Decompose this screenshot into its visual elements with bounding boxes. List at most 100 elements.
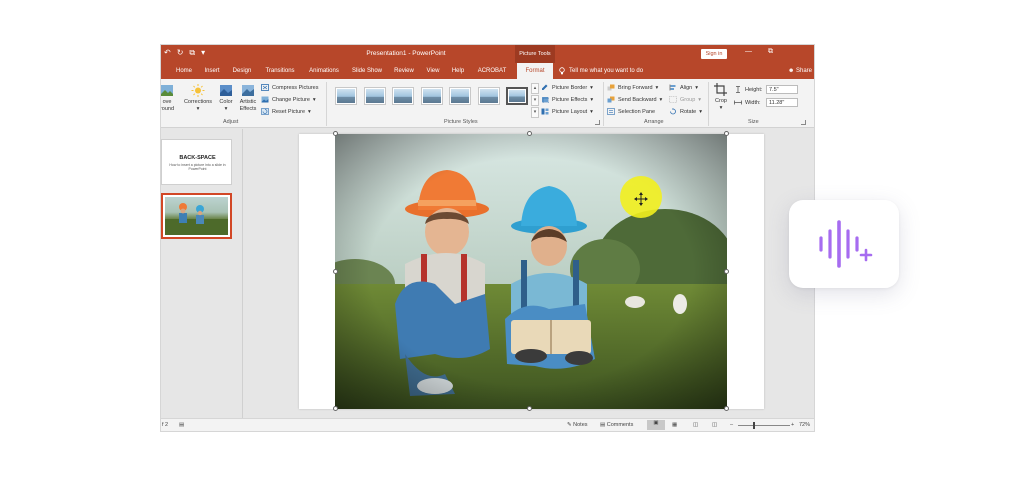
resize-handle-bottom-left[interactable]: [333, 406, 338, 411]
change-picture-button[interactable]: Change Picture ▾: [261, 94, 316, 105]
picture-effects-label: Picture Effects: [552, 96, 588, 103]
remove-background-label-2: round: [161, 105, 175, 112]
gallery-up-icon[interactable]: ▴: [531, 83, 539, 94]
crop-icon: [714, 83, 727, 96]
share-button[interactable]: ☻ Share: [788, 63, 812, 79]
picture-styles-launcher-icon[interactable]: [595, 120, 600, 125]
tab-format[interactable]: Format: [517, 63, 553, 79]
slide-canvas[interactable]: [299, 131, 764, 411]
crop-button[interactable]: Crop ▾: [711, 83, 731, 111]
height-input[interactable]: 7.5": [766, 85, 798, 94]
notes-icon: ✎: [567, 422, 572, 428]
picture-style-preview: [479, 89, 498, 103]
picture-style-3[interactable]: [392, 87, 414, 105]
zoom-in-icon[interactable]: +: [791, 422, 794, 428]
slideshow-icon[interactable]: ◫: [712, 422, 717, 428]
bring-forward-button[interactable]: Bring Forward ▾: [607, 82, 658, 93]
reset-picture-button[interactable]: Reset Picture ▾: [261, 106, 311, 117]
slide-thumbnail-1[interactable]: BACK-SPACE How to insert a picture into …: [161, 139, 232, 185]
zoom-level[interactable]: 72%: [799, 422, 810, 428]
tab-transitions[interactable]: Transitions: [262, 63, 298, 79]
resize-handle-bottom-right[interactable]: [724, 406, 729, 411]
tab-home[interactable]: Home: [173, 63, 195, 79]
compress-pictures-label: Compress Pictures: [272, 84, 319, 91]
width-label: Width:: [745, 99, 761, 106]
normal-view-icon[interactable]: ▣: [647, 420, 665, 430]
resize-handle-top-left[interactable]: [333, 131, 338, 136]
slide-thumbnail-title: BACK-SPACE: [179, 155, 216, 161]
zoom-out-icon[interactable]: –: [730, 422, 733, 428]
compress-pictures-button[interactable]: Compress Pictures: [261, 82, 318, 93]
corrections-label: Corrections: [183, 99, 213, 105]
customize-qat-icon[interactable]: ▾: [201, 48, 205, 58]
add-audio-card[interactable]: [789, 200, 899, 288]
sign-in-button[interactable]: Sign in: [701, 49, 727, 59]
gallery-down-icon[interactable]: ▾: [531, 95, 539, 106]
picture-style-5[interactable]: [449, 87, 471, 105]
picture-layout-button[interactable]: Picture Layout ▾: [541, 106, 593, 117]
picture-style-4[interactable]: [420, 87, 443, 105]
picture-style-2[interactable]: [363, 87, 386, 105]
width-input[interactable]: 11.28": [766, 98, 798, 107]
gallery-more-icon[interactable]: ▾: [531, 107, 539, 118]
zoom-slider[interactable]: [738, 425, 790, 426]
resize-handle-bottom[interactable]: [527, 406, 532, 411]
size-launcher-icon[interactable]: [801, 120, 806, 125]
group-button[interactable]: Group ▾: [669, 94, 701, 105]
remove-background-button[interactable]: ove round: [161, 84, 176, 112]
selected-picture[interactable]: [335, 134, 727, 409]
picture-style-1[interactable]: [335, 87, 357, 105]
picture-style-7[interactable]: [506, 87, 528, 105]
chevron-down-icon: ▾: [719, 104, 723, 111]
tab-view[interactable]: View: [424, 63, 442, 79]
reading-view-icon[interactable]: ◫: [693, 422, 698, 428]
color-button[interactable]: Color ▾: [216, 84, 236, 112]
resize-handle-top[interactable]: [527, 131, 532, 136]
align-icon: [669, 84, 676, 91]
selection-pane-icon: [607, 108, 615, 115]
spelling-icon[interactable]: ▤: [179, 422, 184, 428]
corrections-button[interactable]: Corrections ▾: [181, 84, 215, 112]
tab-slide-show[interactable]: Slide Show: [350, 63, 384, 79]
artistic-effects-button[interactable]: Artistic Effects: [237, 84, 259, 112]
chevron-down-icon: ▾: [695, 84, 698, 91]
ribbon-format: ove round Corrections ▾ Color ▾ Artistic…: [161, 79, 814, 128]
resize-handle-top-right[interactable]: [724, 131, 729, 136]
align-button[interactable]: Align ▾: [669, 82, 698, 93]
slide-thumbnail-2-image: [165, 197, 228, 235]
tab-help[interactable]: Help: [449, 63, 467, 79]
undo-icon[interactable]: ↶: [164, 48, 171, 58]
slide-thumbnail-2[interactable]: [161, 193, 232, 239]
picture-style-6[interactable]: [477, 87, 500, 105]
document-title: Presentation1 - PowerPoint: [366, 50, 446, 57]
size-group-label: Size: [748, 119, 759, 125]
tab-animations[interactable]: Animations: [306, 63, 342, 79]
chevron-down-icon: ▾: [308, 108, 311, 115]
title-bar: ↶ ↻ ⧉ ▾ Presentation1 - PowerPoint Pictu…: [161, 45, 814, 63]
picture-border-button[interactable]: Picture Border ▾: [541, 82, 593, 93]
present-icon[interactable]: ⧉: [189, 48, 195, 58]
chevron-down-icon: ▾: [224, 105, 228, 112]
comments-button[interactable]: ▤ Comments: [600, 422, 633, 428]
notes-button[interactable]: ✎ Notes: [567, 422, 588, 428]
tell-me-search[interactable]: Tell me what you want to do: [559, 63, 643, 79]
tab-design[interactable]: Design: [230, 63, 254, 79]
tab-insert[interactable]: Insert: [202, 63, 222, 79]
resize-handle-right[interactable]: [724, 269, 729, 274]
picture-style-preview: [422, 89, 441, 103]
slide-sorter-icon[interactable]: ▦: [672, 422, 677, 428]
tab-acrobat[interactable]: ACROBAT: [475, 63, 509, 79]
rotate-button[interactable]: Rotate ▾: [669, 106, 702, 117]
sun-icon: [191, 84, 205, 97]
selection-pane-label: Selection Pane: [618, 108, 655, 115]
send-backward-button[interactable]: Send Backward ▾: [607, 94, 662, 105]
slide-editor: [244, 129, 814, 418]
picture-effects-button[interactable]: Picture Effects ▾: [541, 94, 593, 105]
redo-icon[interactable]: ↻: [177, 48, 184, 58]
resize-handle-left[interactable]: [333, 269, 338, 274]
zoom-slider-thumb[interactable]: [753, 422, 755, 429]
minimize-icon[interactable]: —: [745, 48, 752, 56]
restore-icon[interactable]: ⧉: [768, 48, 773, 56]
tab-review[interactable]: Review: [392, 63, 416, 79]
selection-pane-button[interactable]: Selection Pane: [607, 106, 655, 117]
